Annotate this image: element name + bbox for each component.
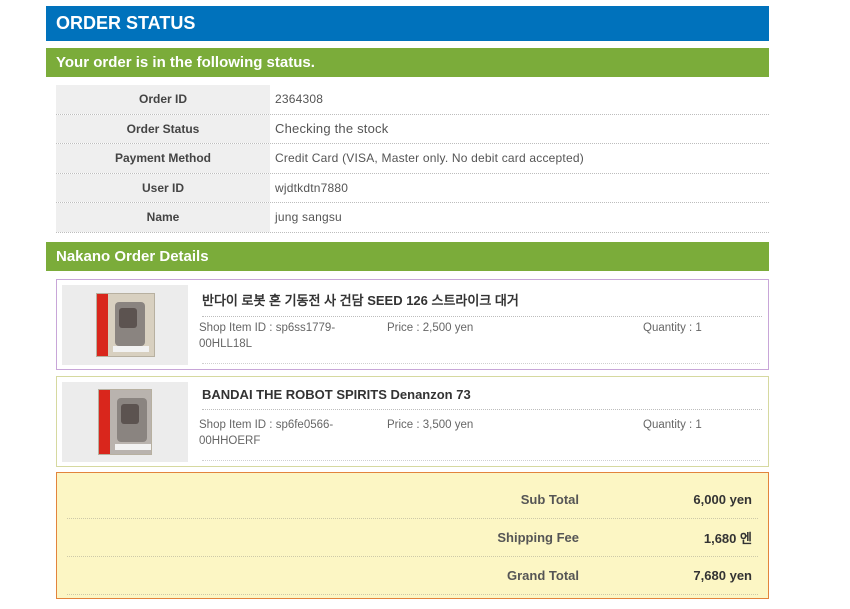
sub-total-amount: 6,000 (693, 491, 726, 507)
user-id-value: wjdtkdtn7880 (275, 180, 349, 195)
shop-item-id-line2: 00HLL18L (199, 337, 253, 350)
payment-method-row: Payment Method Credit Card (VISA, Master… (56, 144, 769, 174)
order-status-label: Order Status (56, 114, 270, 143)
order-id-value: 2364308 (275, 92, 324, 107)
sub-total-unit: yen (729, 491, 752, 507)
grand-total-row: Grand Total 7,680 yen (67, 557, 758, 595)
order-info-table: Order ID 2364308 Order Status Checking t… (56, 85, 769, 233)
product-quantity: Quantity : 1 (643, 321, 702, 334)
order-status-row: Order Status Checking the stock (56, 114, 769, 144)
sub-total-row: Sub Total 6,000 yen (67, 481, 758, 519)
grand-total-unit: yen (729, 567, 752, 583)
grand-total-value: 7,680 yen (579, 568, 758, 583)
shop-item-id-line1: Shop Item ID : sp6ss1779- (199, 321, 336, 334)
product-name[interactable]: 반다이 로봇 혼 기동전 사 건담 SEED 126 스트라이크 대거 (202, 290, 762, 317)
order-id-row: Order ID 2364308 (56, 85, 769, 115)
product-image[interactable] (62, 381, 188, 462)
shop-item-id: Shop Item ID : sp6fe0566- 00HHOERF (199, 417, 359, 449)
payment-method-label: Payment Method (56, 144, 270, 173)
shop-item-id: Shop Item ID : sp6ss1779- 00HLL18L (199, 320, 359, 352)
name-value: jung sangsu (275, 210, 342, 225)
shipping-fee-value: 1,680 엔 (579, 528, 758, 547)
payment-method-value: Credit Card (VISA, Master only. No debit… (275, 151, 584, 166)
order-totals-box: Sub Total 6,000 yen Shipping Fee 1,680 엔… (56, 471, 769, 599)
grand-total-label: Grand Total (507, 567, 579, 583)
sub-total-value: 6,000 yen (579, 492, 758, 507)
grand-total-amount: 7,680 (693, 567, 726, 583)
name-label: Name (56, 203, 270, 232)
shop-item-id-line1: Shop Item ID : sp6fe0566- (199, 418, 334, 431)
product-quantity: Quantity : 1 (643, 418, 702, 431)
divider (202, 459, 760, 461)
order-id-label: Order ID (56, 85, 270, 114)
order-item-card: 반다이 로봇 혼 기동전 사 건담 SEED 126 스트라이크 대거 Shop… (56, 278, 769, 370)
product-image[interactable] (62, 284, 188, 365)
user-id-label: User ID (56, 173, 270, 202)
product-price: Price : 2,500 yen (387, 321, 474, 334)
order-status-page: ORDER STATUS Your order is in the follow… (46, 6, 769, 599)
product-box-art (95, 292, 155, 357)
name-row: Name jung sangsu (56, 203, 769, 233)
shop-item-id-line2: 00HHOERF (199, 434, 261, 447)
status-section-title: Your order is in the following status. (46, 48, 769, 77)
product-box-art (98, 388, 152, 455)
divider (202, 362, 760, 364)
user-id-row: User ID wjdtkdtn7880 (56, 173, 769, 203)
product-name[interactable]: BANDAI THE ROBOT SPIRITS Denanzon 73 (202, 387, 762, 410)
shipping-fee-label: Shipping Fee (497, 529, 579, 545)
shipping-fee-unit: 엔 (740, 530, 752, 546)
order-status-value: Checking the stock (275, 121, 389, 137)
sub-total-label: Sub Total (520, 491, 579, 507)
order-details-title: Nakano Order Details (46, 241, 769, 271)
product-price: Price : 3,500 yen (387, 418, 474, 431)
page-title: ORDER STATUS (46, 6, 769, 41)
shipping-fee-row: Shipping Fee 1,680 엔 (67, 519, 758, 557)
order-item-card: BANDAI THE ROBOT SPIRITS Denanzon 73 Sho… (56, 375, 769, 467)
shipping-fee-amount: 1,680 (703, 530, 737, 546)
